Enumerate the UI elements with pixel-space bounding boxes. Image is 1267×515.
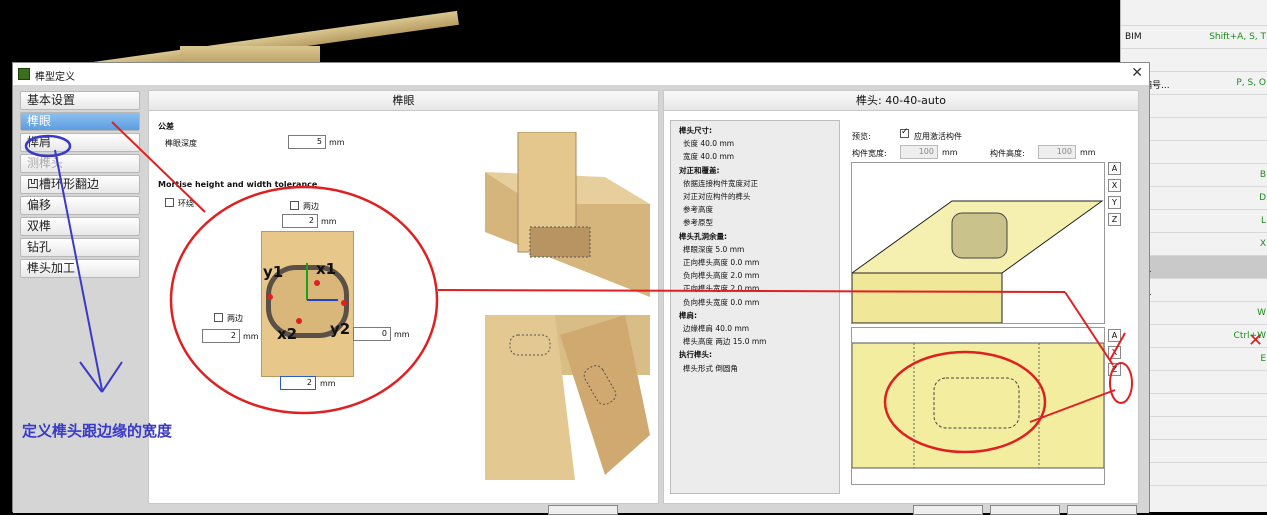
annotation-text: 定义榫头跟边缘的宽度 — [22, 422, 173, 440]
bottom-button[interactable] — [913, 505, 983, 515]
bottom-button[interactable] — [1067, 505, 1137, 515]
bottom-button[interactable] — [990, 505, 1060, 515]
cancel-x-icon[interactable]: ✕ — [1248, 330, 1263, 351]
red-annotations — [24, 121, 1133, 454]
bottom-button[interactable] — [548, 505, 618, 515]
